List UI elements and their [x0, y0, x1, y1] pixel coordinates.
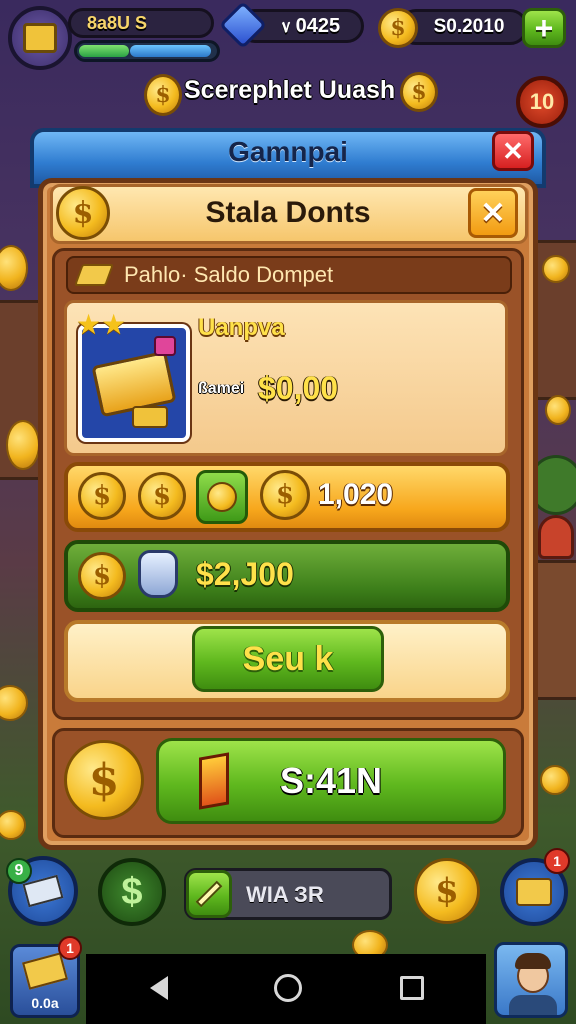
panel-close-button[interactable]: ✕ [468, 188, 518, 238]
money-bag-icon [138, 550, 178, 598]
coin-balance-value: 1,020 [318, 478, 394, 511]
timer-badge-value: 10 [529, 89, 555, 114]
xp-progress-rest [130, 45, 212, 57]
xp-progress-bar [74, 40, 220, 62]
ticket-icon [199, 752, 229, 810]
coin-icon: $ [78, 552, 126, 600]
window-close-button[interactable]: ✕ [492, 131, 534, 171]
right-badge: 1 [544, 848, 570, 874]
money-balance-value: $2,J00 [196, 556, 294, 592]
xp-progress-fill [79, 45, 130, 57]
window-title: Gamnpai [228, 136, 348, 167]
bg-coin [0, 685, 28, 721]
close-icon: ✕ [502, 135, 524, 166]
dollar-button[interactable]: $ [98, 858, 166, 926]
bg-coin [0, 810, 26, 840]
shop-icon [23, 23, 57, 53]
wallet-icon [516, 878, 552, 906]
action-button-label: Seu k [242, 639, 334, 678]
item-price-value: $0,00 [258, 370, 339, 406]
tag-icon [154, 336, 176, 356]
timer-badge[interactable]: 10 [516, 76, 568, 128]
coin-icon: $ [378, 8, 418, 48]
level-pill: 8a8U S [68, 8, 214, 38]
left-badge: 9 [6, 858, 32, 884]
coin-icon: $ [400, 72, 438, 112]
coin-icon: $ [260, 470, 310, 520]
avatar-body [509, 995, 557, 1015]
card-label: 0.0a [31, 995, 59, 1011]
coins-value: S0.2010 [433, 16, 505, 37]
level-label: 8a8U S [87, 12, 148, 33]
plus-icon: + [534, 9, 554, 46]
panel-title: Stala Donts [205, 196, 371, 229]
right-badge-value: 1 [553, 853, 561, 869]
progress-icon-button[interactable] [186, 870, 232, 918]
coin-icon: $ [56, 186, 110, 240]
close-icon: ✕ [480, 196, 506, 230]
coin-icon [207, 482, 237, 512]
avatar-hair [515, 953, 551, 969]
progress-label: WIA ЗR [246, 882, 324, 907]
buy-button[interactable]: S:41N [156, 738, 506, 824]
card-badge: 1 [58, 936, 82, 960]
coin-icon: $ [78, 472, 126, 520]
bg-coin [542, 255, 570, 283]
recents-icon[interactable] [400, 976, 424, 1000]
action-button[interactable]: Seu k [192, 626, 384, 692]
bg-villager [538, 515, 574, 559]
section-label: Pahlo· Saldo Dompet [124, 262, 334, 287]
add-coins-button[interactable]: + [522, 8, 566, 48]
player-shop-avatar[interactable] [8, 6, 72, 70]
left-badge-value: 9 [14, 862, 24, 879]
coin-icon: $ [64, 740, 144, 820]
item-name: Uanpva [198, 314, 285, 341]
coin-slot-icon[interactable] [196, 470, 248, 524]
banner-text: Scerephlet Uuash [184, 76, 396, 104]
bg-coin [6, 420, 40, 470]
buy-button-label: S:41N [279, 760, 383, 801]
coin-icon: $ [144, 74, 182, 116]
bg-coin [0, 245, 28, 291]
bg-coin [545, 395, 571, 425]
bg-coin [540, 765, 570, 795]
star-icon: ★★ [76, 309, 127, 340]
card-badge-value: 1 [66, 940, 74, 956]
avatar[interactable] [494, 942, 568, 1018]
home-icon[interactable] [274, 974, 302, 1002]
item-image [78, 324, 190, 442]
gems-value: ᥎ 0425 [281, 14, 341, 37]
item-price-prefix: ßamei [198, 380, 245, 397]
money-bundle-icon [22, 952, 68, 990]
pencil-icon [195, 880, 223, 908]
money-bundle-icon [132, 406, 168, 428]
coin-icon: $ [138, 472, 186, 520]
back-icon[interactable] [150, 976, 168, 1000]
coin-icon[interactable]: $ [414, 858, 480, 924]
